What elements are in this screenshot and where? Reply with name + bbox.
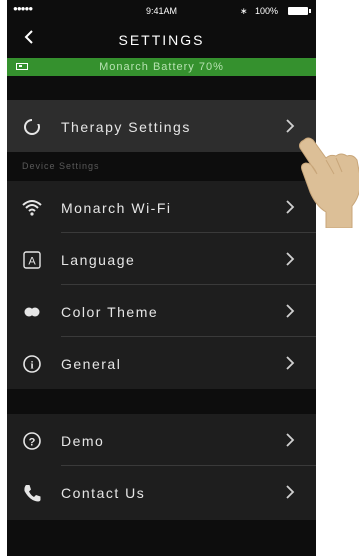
contact-us-label: Contact Us (61, 485, 146, 501)
general-row[interactable]: i General (7, 337, 316, 389)
chevron-right-icon (283, 484, 297, 500)
language-icon: A (21, 249, 43, 271)
monarch-wifi-row[interactable]: Monarch Wi-Fi (7, 181, 316, 233)
phone-icon (21, 482, 43, 504)
page-title: SETTINGS (118, 32, 205, 48)
therapy-settings-label: Therapy Settings (61, 119, 191, 135)
help-glyph: ? (29, 437, 36, 449)
chevron-right-icon (283, 355, 297, 371)
battery-percent: 100% (255, 6, 279, 16)
demo-label: Demo (61, 433, 105, 449)
chevron-right-icon (283, 303, 297, 319)
therapy-settings-row[interactable]: Therapy Settings (7, 100, 316, 152)
language-row[interactable]: A Language (7, 233, 316, 285)
info-icon: i (21, 353, 43, 375)
monarch-wifi-label: Monarch Wi-Fi (61, 200, 172, 216)
help-icon: ? (21, 430, 43, 452)
chevron-right-icon (283, 251, 297, 267)
color-theme-label: Color Theme (61, 304, 159, 320)
wifi-icon (21, 197, 43, 219)
demo-row[interactable]: ? Demo (7, 414, 316, 466)
battery-banner: Monarch Battery 70% (7, 58, 316, 76)
device-settings-header: Device Settings (7, 152, 316, 178)
contact-us-row[interactable]: Contact Us (7, 466, 316, 520)
pointing-hand-icon (299, 137, 359, 228)
battery-banner-text: Monarch Battery 70% (99, 61, 224, 73)
info-glyph: i (30, 360, 33, 372)
device-settings-label: Device Settings (22, 161, 100, 171)
chevron-right-icon (283, 118, 297, 134)
color-theme-row[interactable]: Color Theme (7, 285, 316, 337)
language-glyph: A (28, 256, 36, 268)
language-label: Language (61, 252, 136, 268)
color-theme-icon (21, 301, 43, 323)
circle-icon (21, 116, 43, 138)
phone-screen: ●●●●● 9:41AM ∗ 100% SETTINGS Monarch Bat… (7, 0, 316, 556)
general-label: General (61, 356, 122, 372)
chevron-right-icon (283, 432, 297, 448)
bluetooth-icon: ∗ (240, 6, 248, 16)
nav-bar: SETTINGS (7, 20, 316, 56)
status-bar: ●●●●● 9:41AM ∗ 100% (7, 0, 316, 20)
battery-icon (288, 7, 311, 15)
